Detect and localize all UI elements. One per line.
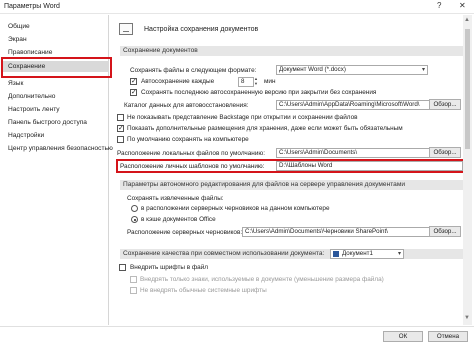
- autosave-unit: мин: [264, 78, 276, 85]
- show-places-checkbox[interactable]: [117, 124, 124, 132]
- document-dropdown-value: Документ1: [342, 250, 373, 257]
- autorecover-browse-button[interactable]: Обзор...: [429, 99, 461, 110]
- sidebar-item-display[interactable]: Экран: [1, 34, 109, 45]
- templates-label: Расположение личных шаблонов по умолчани…: [120, 163, 265, 170]
- radio-server-drafts[interactable]: [131, 205, 138, 212]
- radio-office-cache-label: в кэше документов Office: [141, 216, 216, 223]
- sidebar-item-trust-center[interactable]: Центр управления безопасностью: [1, 143, 113, 154]
- section-preserve-fidelity: Сохранение качества при совместном испол…: [120, 249, 463, 259]
- embed-used-chars-label: Внедрять только знаки, используемые в до…: [140, 276, 384, 283]
- autosave-checkbox[interactable]: [130, 77, 137, 85]
- document-dropdown[interactable]: Документ1: [330, 249, 404, 259]
- window-title: Параметры Word: [4, 3, 60, 10]
- sidebar-item-general[interactable]: Общие: [1, 21, 109, 32]
- section-server-editing: Параметры автономного редактирования для…: [120, 180, 463, 190]
- no-backstage-label: Не показывать представление Backstage пр…: [127, 114, 358, 121]
- title-bar: Параметры Word ? ✕: [0, 0, 474, 14]
- format-label: Сохранять файлы в следующем формате:: [130, 67, 257, 74]
- ok-button[interactable]: ОК: [383, 331, 423, 342]
- server-drafts-label: Расположение серверных черновиков:: [127, 229, 243, 236]
- local-files-browse-button[interactable]: Обзор...: [429, 147, 461, 158]
- section-save-documents: Сохранение документов: [120, 46, 463, 56]
- local-files-path-input[interactable]: C:\Users\Admin\Documents\: [276, 148, 430, 158]
- close-icon[interactable]: ✕: [459, 1, 466, 10]
- word-document-icon: [333, 251, 339, 257]
- scroll-down-icon[interactable]: ▼: [464, 315, 470, 321]
- help-icon[interactable]: ?: [437, 1, 441, 10]
- server-drafts-path-input[interactable]: C:\Users\Admin\Documents\Черновики Share…: [242, 227, 430, 237]
- sidebar-item-customize-ribbon[interactable]: Настроить ленту: [1, 104, 109, 115]
- default-local-checkbox[interactable]: [117, 136, 124, 143]
- show-places-label: Показать дополнительные размещения для х…: [127, 125, 403, 132]
- scroll-thumb[interactable]: [465, 29, 470, 149]
- default-local-label: По умолчанию сохранять на компьютере: [127, 136, 249, 143]
- autorecover-path-input[interactable]: C:\Users\Admin\AppData\Roaming\Microsoft…: [276, 100, 430, 110]
- server-drafts-browse-button[interactable]: Обзор...: [429, 226, 461, 237]
- embed-fonts-checkbox[interactable]: [119, 264, 126, 271]
- no-common-fonts-checkbox[interactable]: [130, 287, 137, 294]
- document-save-icon: [119, 23, 133, 35]
- sidebar-item-language[interactable]: Язык: [1, 78, 109, 89]
- dialog-footer: ОК Отмена: [0, 326, 474, 343]
- cancel-button[interactable]: Отмена: [428, 331, 468, 342]
- radio-server-drafts-label: в расположении серверных черновиков на д…: [141, 205, 330, 212]
- no-common-fonts-label: Не внедрять обычные системные шрифты: [140, 287, 267, 294]
- embed-fonts-label: Внедрить шрифты в файл: [130, 264, 209, 271]
- autosave-minutes-input[interactable]: 8: [238, 77, 254, 87]
- autosave-label: Автосохранение каждые: [141, 78, 215, 85]
- keep-last-autosave-checkbox[interactable]: [130, 88, 137, 96]
- keep-last-autosave-label: Сохранять последнюю автосохраненную верс…: [141, 89, 377, 96]
- templates-path-input[interactable]: D:\\Шаблоны Word: [276, 161, 463, 171]
- content-scrollbar[interactable]: ▲ ▼: [463, 15, 472, 325]
- radio-office-cache[interactable]: [131, 216, 138, 223]
- save-item-highlight: [1, 57, 112, 78]
- sidebar-item-addins[interactable]: Надстройки: [1, 130, 109, 141]
- format-dropdown[interactable]: Документ Word (*.docx): [276, 65, 428, 75]
- sidebar-item-quick-access[interactable]: Панель быстрого доступа: [1, 117, 109, 128]
- save-checked-out-label: Сохранять извлеченные файлы:: [127, 195, 224, 202]
- sidebar-item-advanced[interactable]: Дополнительно: [1, 91, 109, 102]
- spinner-arrows-icon[interactable]: ▲ ▼: [254, 76, 260, 87]
- local-files-label: Расположение локальных файлов по умолчан…: [117, 150, 265, 157]
- autorecover-label: Каталог данных для автовосстановления:: [124, 102, 249, 109]
- page-title: Настройка сохранения документов: [144, 26, 259, 33]
- no-backstage-checkbox[interactable]: [117, 114, 124, 121]
- embed-used-chars-checkbox[interactable]: [130, 276, 137, 283]
- scroll-up-icon[interactable]: ▲: [464, 17, 470, 23]
